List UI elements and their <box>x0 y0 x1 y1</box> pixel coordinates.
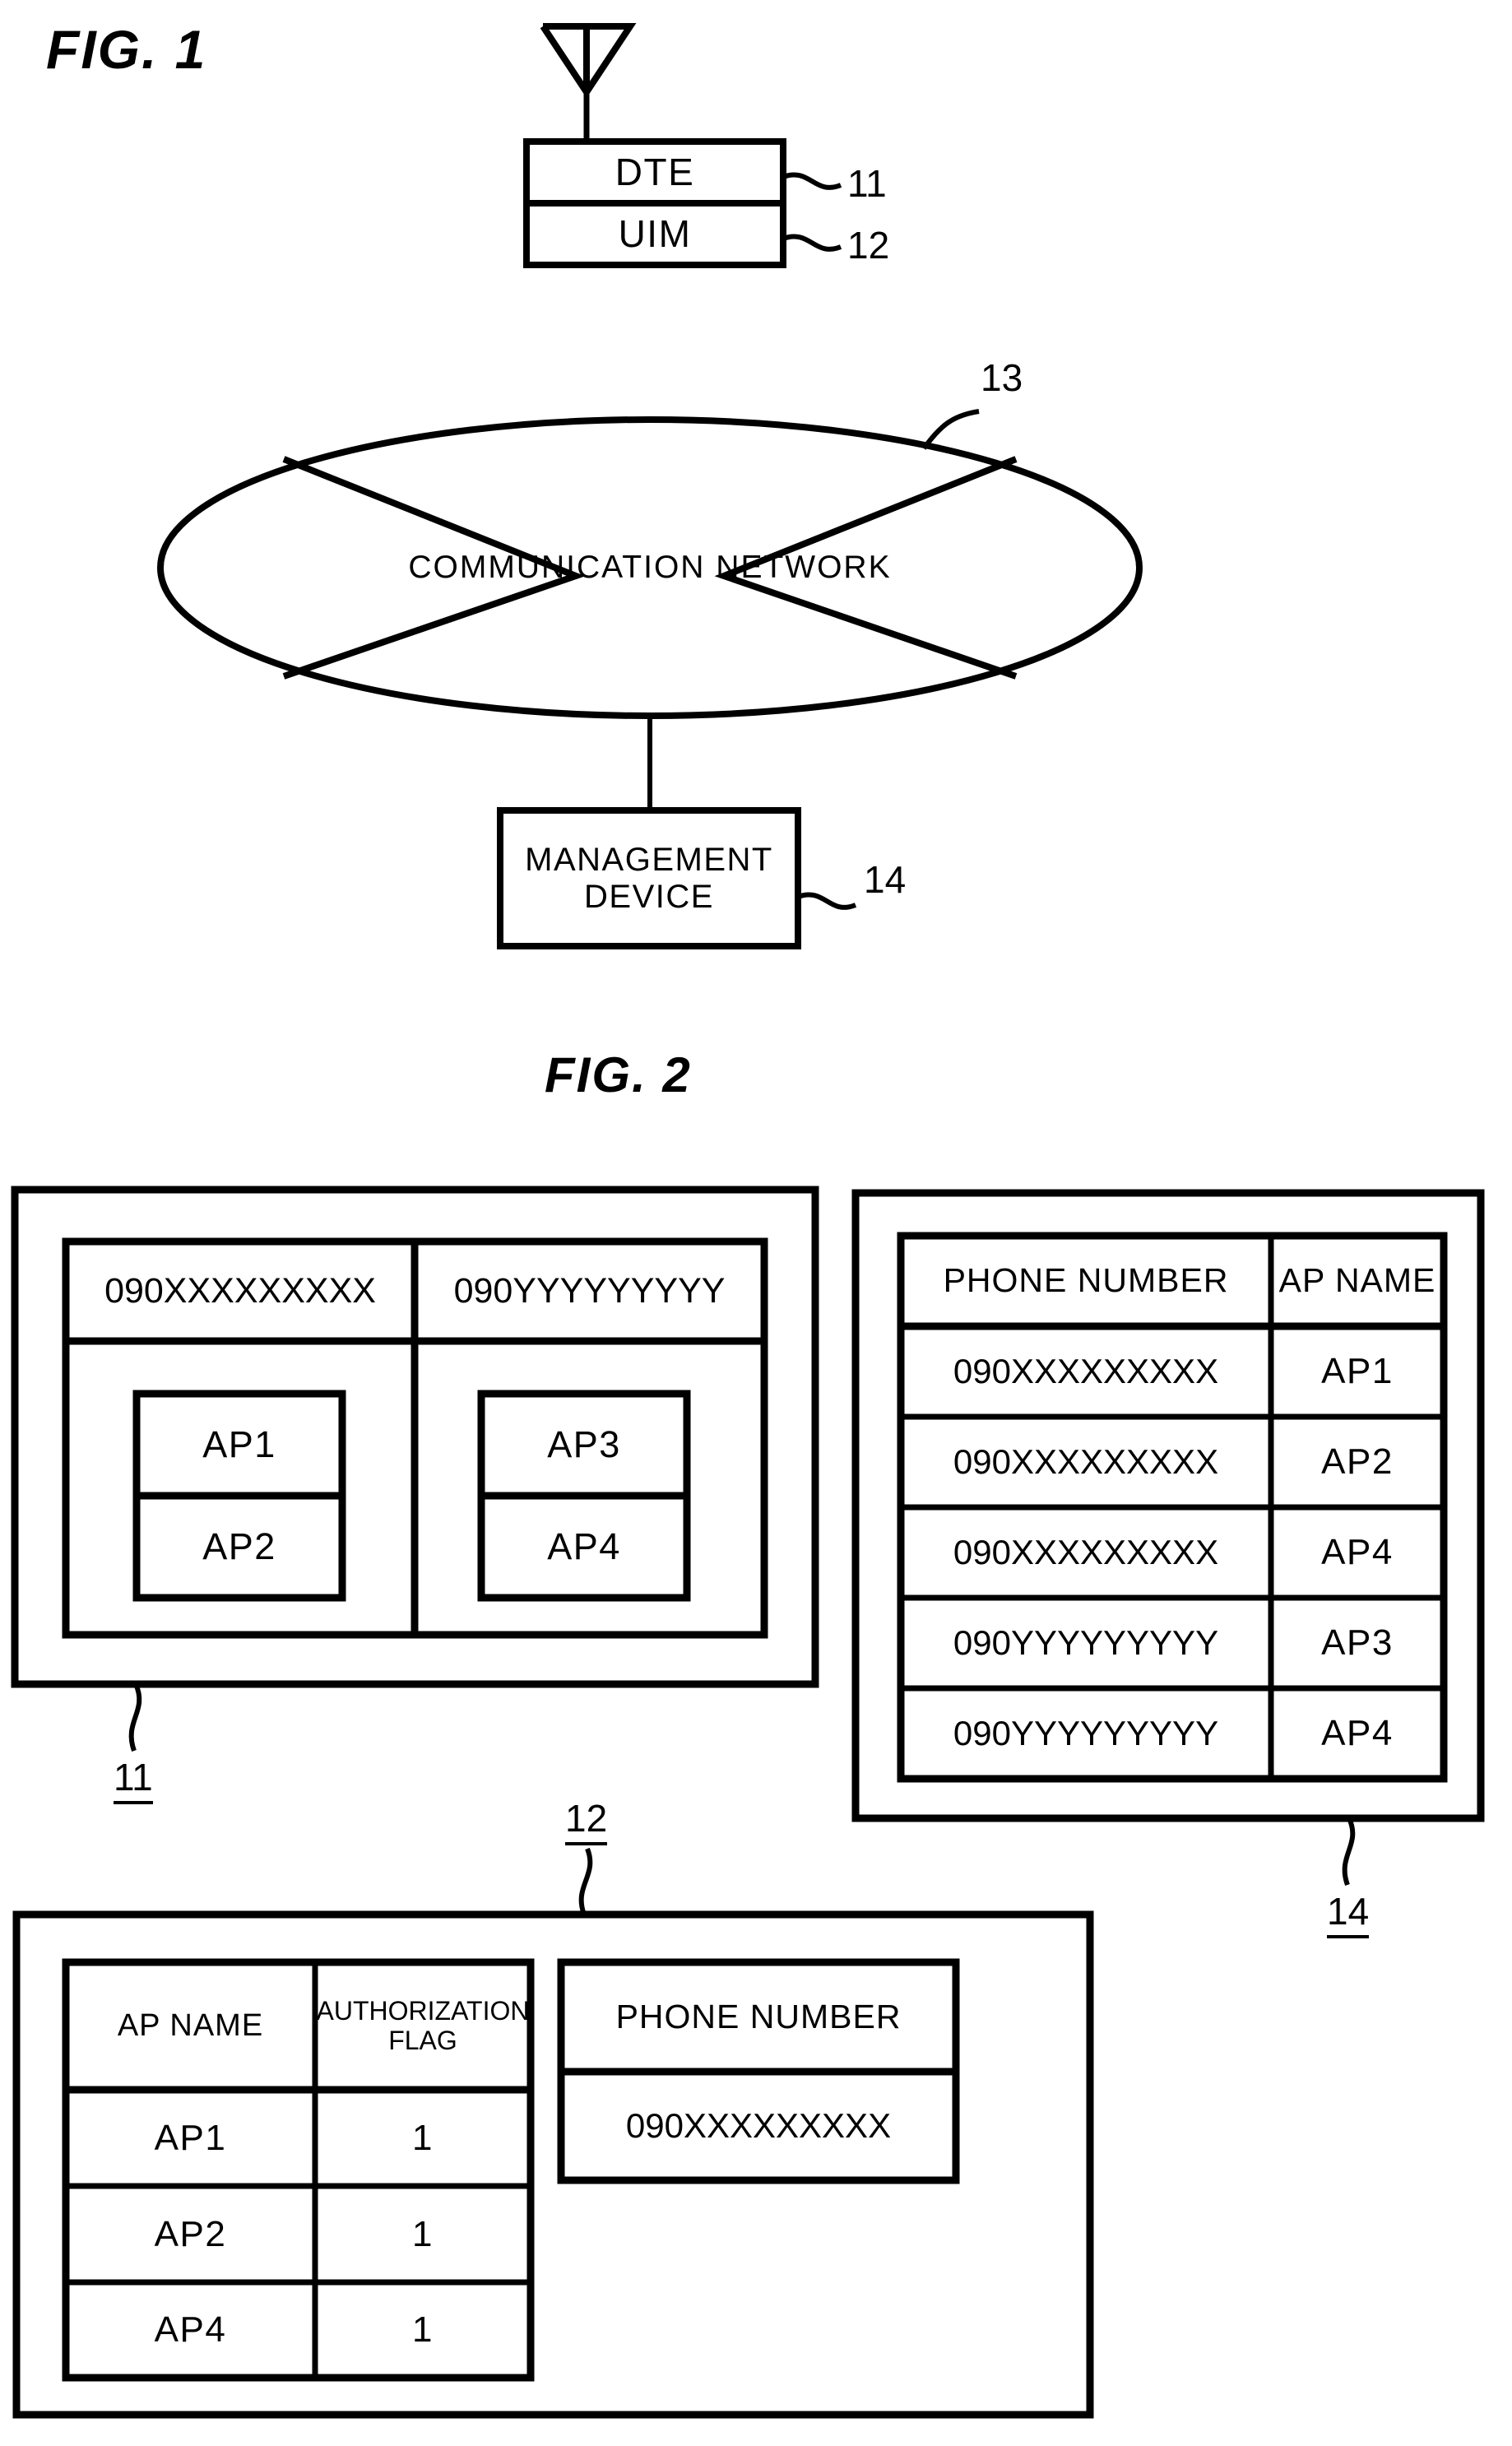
reference-numeral-fig2-11: 11 <box>114 1755 153 1804</box>
auth-row-1-apname: AP2 <box>154 2213 227 2254</box>
table-row-1-phone: 090XXXXXXXXX <box>953 1442 1219 1482</box>
table-row-4-apname: AP4 <box>1321 1713 1394 1754</box>
management-table-header-apname: AP NAME <box>1278 1261 1436 1300</box>
dte-label: DTE <box>615 150 695 193</box>
reference-numeral-fig2-14: 14 <box>1327 1889 1370 1938</box>
reference-numeral-14: 14 <box>864 858 907 901</box>
reference-numeral-11: 11 <box>847 162 887 205</box>
table-row-2-apname: AP4 <box>1321 1532 1394 1573</box>
leader-line-fig2-14 <box>1342 1817 1356 1887</box>
table-row-1-apname: AP2 <box>1321 1441 1394 1483</box>
patent-drawing-sheet: FIG. 1 DTE UIM COMMUNICATION NETWORK MAN… <box>0 0 1512 2446</box>
uim-phone-header: PHONE NUMBER <box>615 1997 902 2035</box>
fig1-title: FIG. 1 <box>46 19 207 80</box>
leader-line-11 <box>782 172 842 190</box>
table-row-3-apname: AP3 <box>1321 1622 1394 1664</box>
leader-line-fig2-11 <box>128 1682 142 1752</box>
uim-phone-value: 090XXXXXXXXX <box>625 2106 892 2146</box>
table-row-3-phone: 090YYYYYYYYY <box>953 1623 1219 1663</box>
auth-row-1-flag: 1 <box>412 2213 434 2254</box>
ap-item-ap2: AP2 <box>202 1525 276 1567</box>
auth-row-2-flag: 1 <box>412 2309 434 2351</box>
leader-line-13 <box>921 409 980 450</box>
reference-numeral-fig2-12: 12 <box>565 1796 608 1845</box>
auth-table-header-apname: AP NAME <box>117 2008 264 2044</box>
ap-item-ap4: AP4 <box>547 1525 621 1567</box>
table-row-4-phone: 090YYYYYYYYY <box>953 1714 1219 1753</box>
fig2-title: FIG. 2 <box>545 1047 692 1102</box>
table-row-0-phone: 090XXXXXXXXX <box>953 1352 1219 1391</box>
uim-label: UIM <box>618 211 692 255</box>
management-device-label: MANAGEMENT DEVICE <box>525 841 773 915</box>
management-table-header-phone: PHONE NUMBER <box>943 1261 1229 1300</box>
communication-network-label: COMMUNICATION NETWORK <box>408 550 892 586</box>
auth-row-0-flag: 1 <box>412 2117 434 2158</box>
ap-item-ap1: AP1 <box>202 1423 276 1465</box>
auth-row-0-apname: AP1 <box>154 2117 227 2158</box>
auth-table-header-flag: AUTHORIZATION FLAG <box>316 1995 530 2055</box>
terminal-column-header-0: 090XXXXXXXXX <box>104 1271 376 1311</box>
reference-numeral-12: 12 <box>847 224 890 267</box>
antenna-icon <box>540 23 637 142</box>
leader-line-fig2-12 <box>578 1847 593 1916</box>
ap-item-ap3: AP3 <box>547 1423 621 1465</box>
leader-line-12 <box>782 234 842 252</box>
table-row-2-phone: 090XXXXXXXXX <box>953 1533 1219 1572</box>
table-row-0-apname: AP1 <box>1321 1351 1394 1392</box>
leader-line-14 <box>796 892 857 910</box>
reference-numeral-13: 13 <box>981 356 1023 399</box>
auth-row-2-apname: AP4 <box>154 2309 227 2351</box>
terminal-column-header-1: 090YYYYYYYYY <box>453 1271 726 1311</box>
